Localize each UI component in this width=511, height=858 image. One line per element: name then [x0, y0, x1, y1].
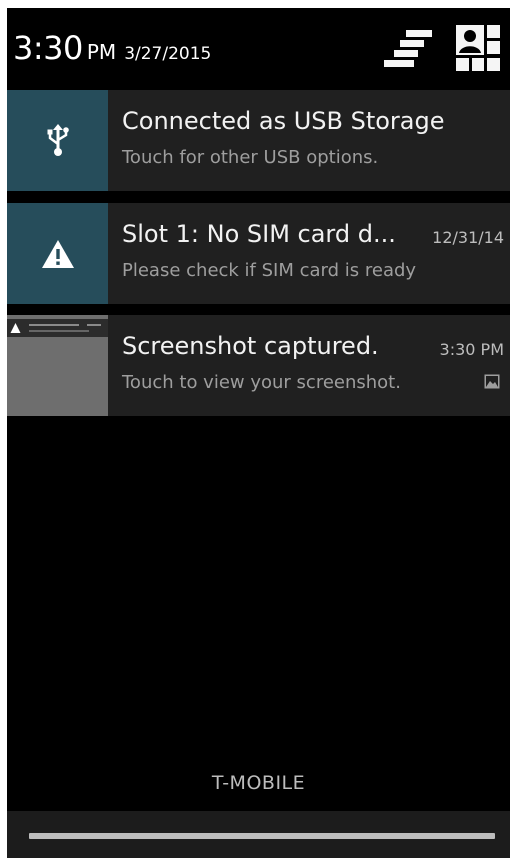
thumbnail-line — [29, 324, 79, 326]
shade-header: 3:30 PM 3/27/2015 — [7, 8, 510, 88]
user-switch-icon[interactable] — [456, 25, 500, 71]
clock-date: 3/27/2015 — [124, 44, 212, 64]
notification-title: Connected as USB Storage — [122, 107, 445, 135]
warning-icon-box — [7, 203, 108, 304]
notification-shade: 3:30 PM 3/27/2015 Connected as USB Stora… — [7, 8, 510, 858]
thumbnail-preview — [7, 319, 108, 337]
notification-title: Slot 1: No SIM card d... — [122, 220, 396, 248]
notification-usb[interactable]: Connected as USB Storage Touch for other… — [7, 90, 510, 191]
mini-warning-icon — [10, 323, 21, 333]
warning-icon — [41, 239, 74, 268]
shade-footer — [7, 811, 510, 858]
notification-screenshot[interactable]: Screenshot captured. 3:30 PM Touch to vi… — [7, 315, 510, 416]
notification-title: Screenshot captured. — [122, 332, 379, 360]
thumbnail-line — [87, 324, 101, 326]
screenshot-thumbnail — [7, 315, 108, 416]
quick-settings-icon[interactable] — [384, 30, 432, 68]
notification-time: 12/31/14 — [432, 228, 504, 247]
notification-time: 3:30 PM — [439, 340, 504, 359]
thumbnail-line — [29, 330, 89, 332]
drag-handle[interactable] — [29, 833, 495, 839]
usb-icon-box — [7, 90, 108, 191]
notification-text: Touch to view your screenshot. — [122, 372, 401, 393]
clock-time: 3:30 — [13, 29, 83, 67]
clock-ampm: PM — [86, 40, 117, 64]
usb-icon — [47, 123, 69, 156]
notification-text: Touch for other USB options. — [122, 147, 379, 168]
notification-text: Please check if SIM card is ready — [122, 260, 417, 281]
clock[interactable]: 3:30 PM 3/27/2015 — [13, 29, 211, 67]
image-icon — [484, 374, 500, 389]
notification-sim[interactable]: Slot 1: No SIM card d... 12/31/14 Please… — [7, 203, 510, 304]
carrier-label: T-MOBILE — [211, 772, 306, 794]
